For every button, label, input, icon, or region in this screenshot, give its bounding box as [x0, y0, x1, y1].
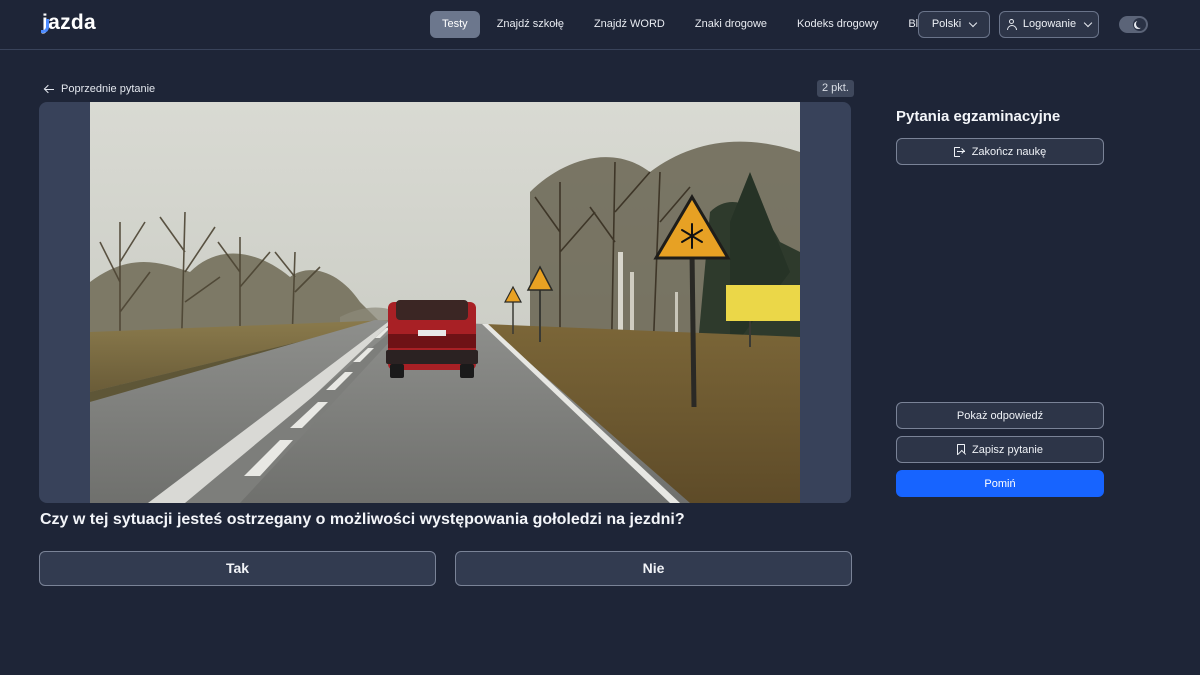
question-text: Czy w tej sytuacji jesteś ostrzegany o m…	[40, 511, 685, 528]
site-logo[interactable]: jazda	[41, 11, 97, 35]
top-navigation-bar: jazda Testy Znajdź szkołę Znajdź WORD Zn…	[0, 0, 1200, 50]
show-answer-label: Pokaż odpowiedź	[956, 409, 1044, 422]
answer-yes-button[interactable]: Tak	[39, 551, 436, 586]
points-badge: 2 pkt.	[817, 80, 854, 97]
skip-button[interactable]: Pomiń	[896, 470, 1104, 497]
login-button[interactable]: Logowanie	[999, 11, 1099, 38]
bookmark-icon	[957, 444, 966, 455]
chevron-down-icon	[1083, 18, 1093, 28]
main-nav: Testy Znajdź szkołę Znajdź WORD Znaki dr…	[430, 11, 947, 38]
previous-question-label: Poprzednie pytanie	[61, 83, 156, 95]
skip-label: Pomiń	[984, 477, 1016, 490]
nav-item-find-school[interactable]: Znajdź szkołę	[484, 11, 577, 38]
exit-icon	[953, 146, 965, 157]
sidebar-title: Pytania egzaminacyjne	[896, 108, 1061, 125]
language-select[interactable]: Polski	[918, 11, 990, 38]
login-label: Logowanie	[1022, 18, 1077, 30]
question-image	[90, 102, 800, 503]
save-question-label: Zapisz pytanie	[972, 443, 1043, 456]
nav-item-find-word[interactable]: Znajdź WORD	[581, 11, 678, 38]
user-icon	[1006, 19, 1017, 30]
logo-text: jazda	[42, 11, 97, 34]
save-question-button[interactable]: Zapisz pytanie	[896, 436, 1104, 463]
arrow-left-icon	[44, 85, 54, 94]
finish-learning-label: Zakończ naukę	[971, 145, 1047, 158]
show-answer-button[interactable]: Pokaż odpowiedź	[896, 402, 1104, 429]
finish-learning-button[interactable]: Zakończ naukę	[896, 138, 1104, 165]
previous-question-link[interactable]: Poprzednie pytanie	[44, 81, 155, 97]
answer-no-button[interactable]: Nie	[455, 551, 852, 586]
nav-item-road-signs[interactable]: Znaki drogowe	[682, 11, 780, 38]
nav-item-traffic-code[interactable]: Kodeks drogowy	[784, 11, 891, 38]
moon-icon	[1136, 20, 1144, 28]
nav-item-testy[interactable]: Testy	[430, 11, 480, 38]
question-media-frame	[39, 102, 851, 503]
theme-toggle[interactable]	[1119, 16, 1148, 33]
language-label: Polski	[931, 18, 962, 30]
chevron-down-icon	[968, 18, 978, 28]
